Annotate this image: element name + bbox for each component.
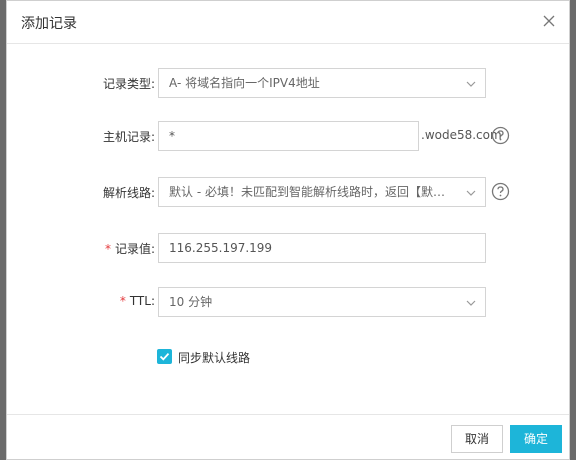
help-icon[interactable]: [491, 126, 510, 145]
ttl-select[interactable]: 10 分钟: [158, 287, 486, 317]
record-type-select[interactable]: A- 将域名指向一个IPV4地址: [158, 68, 486, 98]
resolution-line-row: 解析线路: 默认 - 必填！未匹配到智能解析线路时，返回【默认】线路...: [7, 177, 569, 207]
resolution-line-label: 解析线路:: [102, 186, 155, 200]
resolution-line-select[interactable]: 默认 - 必填！未匹配到智能解析线路时，返回【默认】线路...: [158, 177, 486, 207]
dialog-footer: 取消 确定: [7, 414, 569, 460]
ttl-value: 10 分钟: [169, 295, 213, 309]
sync-default-label: 同步默认线路: [178, 351, 251, 365]
host-record-value: *: [169, 129, 175, 143]
record-value-label: * 记录值:: [105, 240, 155, 257]
domain-suffix: .wode58.com: [421, 128, 502, 142]
host-record-label: 主机记录:: [102, 130, 155, 144]
dialog-header: 添加记录: [7, 1, 569, 44]
record-value-input[interactable]: 116.255.197.199: [158, 233, 486, 263]
resolution-line-value: 默认 - 必填！未匹配到智能解析线路时，返回【默认】线路...: [169, 185, 486, 199]
ttl-label-text: TTL:: [129, 294, 155, 308]
chevron-down-icon: [466, 190, 476, 196]
required-mark: *: [104, 242, 111, 256]
ttl-label: * TTL:: [120, 294, 155, 308]
host-record-row: 主机记录: * .wode58.com: [7, 121, 569, 151]
host-record-input[interactable]: *: [158, 121, 419, 151]
sync-default-checkbox[interactable]: [157, 349, 172, 364]
record-value-value: 116.255.197.199: [169, 241, 273, 255]
add-record-dialog: 添加记录 记录类型: A- 将域名指向一个IPV4地址 主机记录: * .wod…: [6, 0, 570, 460]
record-type-label: 记录类型:: [102, 77, 155, 91]
close-icon[interactable]: [541, 13, 557, 29]
chevron-down-icon: [466, 81, 476, 87]
required-mark: *: [119, 294, 126, 308]
checkmark-icon: [159, 352, 170, 361]
ttl-row: * TTL: 10 分钟: [7, 287, 569, 317]
confirm-button[interactable]: 确定: [510, 425, 562, 453]
record-type-row: 记录类型: A- 将域名指向一个IPV4地址: [7, 68, 569, 98]
record-value-label-text: 记录值:: [114, 242, 155, 256]
record-type-value: A- 将域名指向一个IPV4地址: [169, 76, 320, 90]
dialog-title: 添加记录: [21, 16, 77, 32]
cancel-button[interactable]: 取消: [451, 425, 503, 453]
help-icon[interactable]: [491, 182, 510, 201]
chevron-down-icon: [466, 300, 476, 306]
record-value-row: * 记录值: 116.255.197.199: [7, 233, 569, 263]
